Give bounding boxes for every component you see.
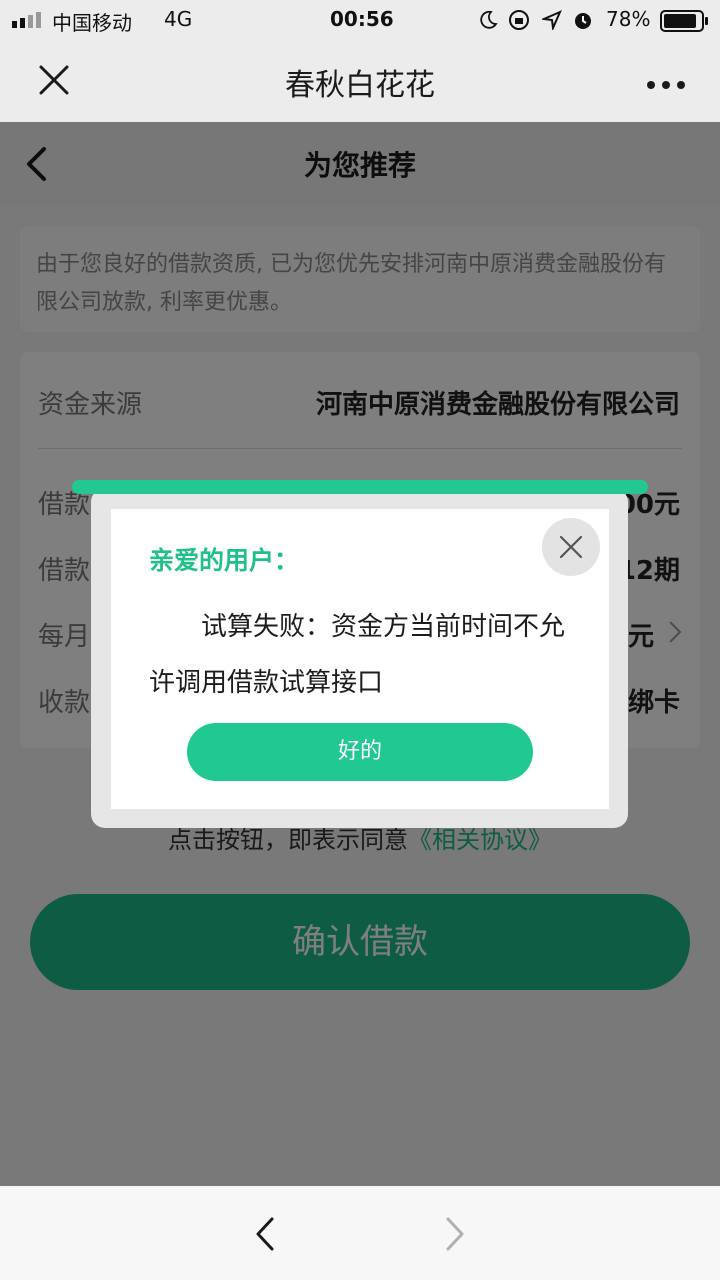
battery-text: 78% xyxy=(606,7,651,31)
status-bar: 中国移动 4G 00:56 78% xyxy=(0,0,720,40)
ok-button[interactable]: 好的 xyxy=(187,723,533,781)
error-dialog: 亲爱的用户： 试算失败：资金方当前时间不允许调用借款试算接口 好的 xyxy=(111,509,609,809)
webview-title-bar: 春秋白花花 xyxy=(0,40,720,122)
close-icon xyxy=(559,535,583,563)
clock-text: 00:56 xyxy=(330,7,394,31)
browser-toolbar xyxy=(0,1186,720,1280)
chevron-left-icon[interactable] xyxy=(254,1216,276,1256)
dialog-close-button[interactable] xyxy=(542,518,600,576)
dialog-accent-bar xyxy=(72,480,648,494)
app-title: 春秋白花花 xyxy=(285,68,435,103)
battery-icon xyxy=(660,10,710,36)
more-dots-icon[interactable] xyxy=(646,76,686,95)
dialog-heading: 亲爱的用户： xyxy=(149,546,300,575)
signal-icon xyxy=(12,12,46,28)
carrier-text: 中国移动 xyxy=(52,11,132,35)
chevron-right-icon[interactable] xyxy=(444,1216,466,1256)
location-icon xyxy=(540,10,562,34)
alarm-icon xyxy=(572,9,594,35)
rotation-lock-icon xyxy=(508,9,530,35)
moon-icon xyxy=(478,10,498,34)
network-text: 4G xyxy=(164,7,193,31)
dialog-message: 试算失败：资金方当前时间不允许调用借款试算接口 xyxy=(149,612,566,698)
